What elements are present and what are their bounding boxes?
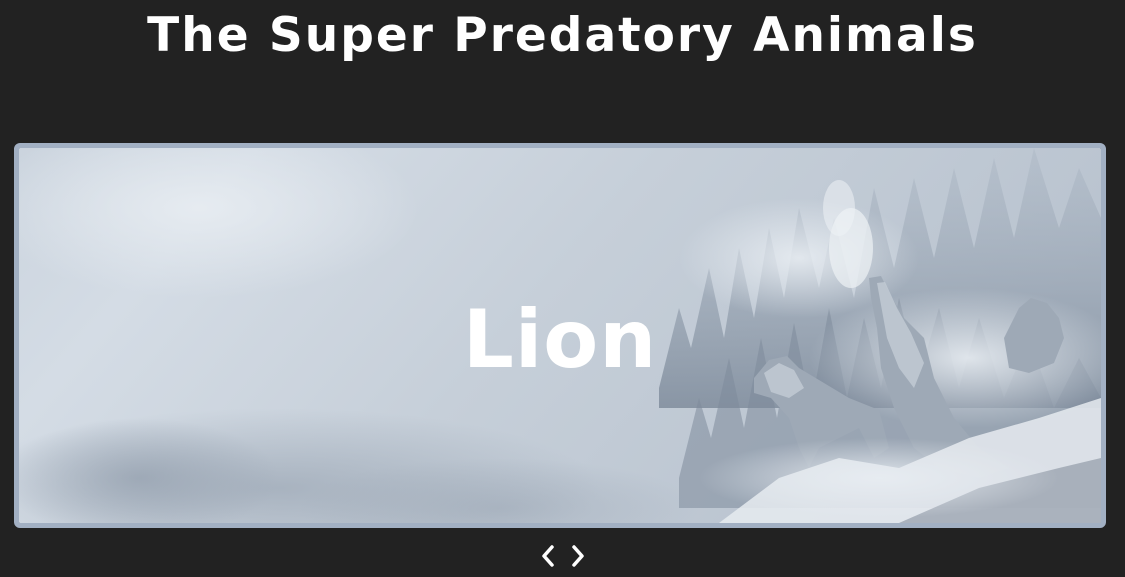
chevron-left-icon <box>541 545 554 567</box>
slider-navigation <box>0 539 1125 573</box>
image-slider: Lion <box>14 143 1106 528</box>
next-slide-button[interactable] <box>566 539 590 573</box>
page-title: The Super Predatory Animals <box>147 8 978 63</box>
slide-caption: Lion <box>462 293 658 386</box>
previous-slide-button[interactable] <box>536 539 560 573</box>
chevron-right-icon <box>571 545 584 567</box>
